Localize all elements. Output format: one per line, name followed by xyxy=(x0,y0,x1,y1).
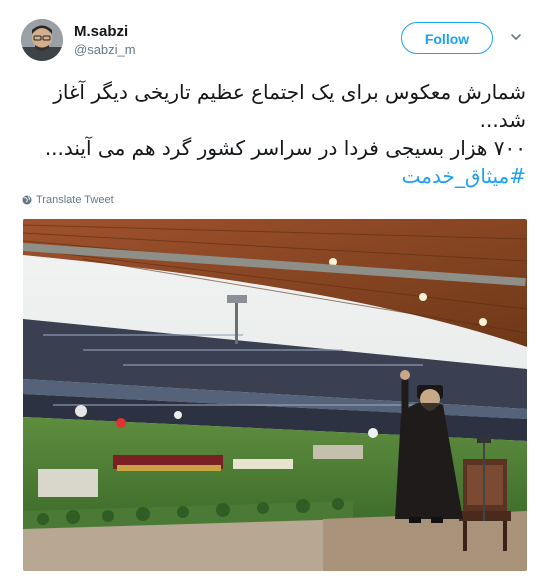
tweet-text-line: شد... xyxy=(479,108,526,132)
follow-button[interactable]: Follow xyxy=(401,22,493,54)
hashtag-link[interactable]: #میثاق_خدمت xyxy=(22,162,526,190)
translate-label: Translate Tweet xyxy=(36,194,114,206)
tweet-photo[interactable] xyxy=(23,219,527,571)
tweet-text-line: ۷۰۰ هزار بسیجی فردا در سراسر کشور گرد هم… xyxy=(44,136,526,160)
tweet-header: M.sabzi @sabzi_m Follow xyxy=(0,0,542,70)
avatar[interactable] xyxy=(21,19,63,61)
tweet-text-line: شمارش معکوس برای یک اجتماع عظیم تاریخی د… xyxy=(53,80,526,104)
avatar-photo xyxy=(21,19,63,61)
globe-icon xyxy=(22,195,32,205)
tweet-text: شمارش معکوس برای یک اجتماع عظیم تاریخی د… xyxy=(22,78,526,190)
user-handle[interactable]: @sabzi_m xyxy=(74,42,136,57)
translate-tweet-link[interactable]: Translate Tweet xyxy=(22,194,114,206)
chevron-down-icon[interactable] xyxy=(509,30,523,44)
display-name[interactable]: M.sabzi xyxy=(74,23,128,40)
stadium-photo xyxy=(23,219,527,571)
